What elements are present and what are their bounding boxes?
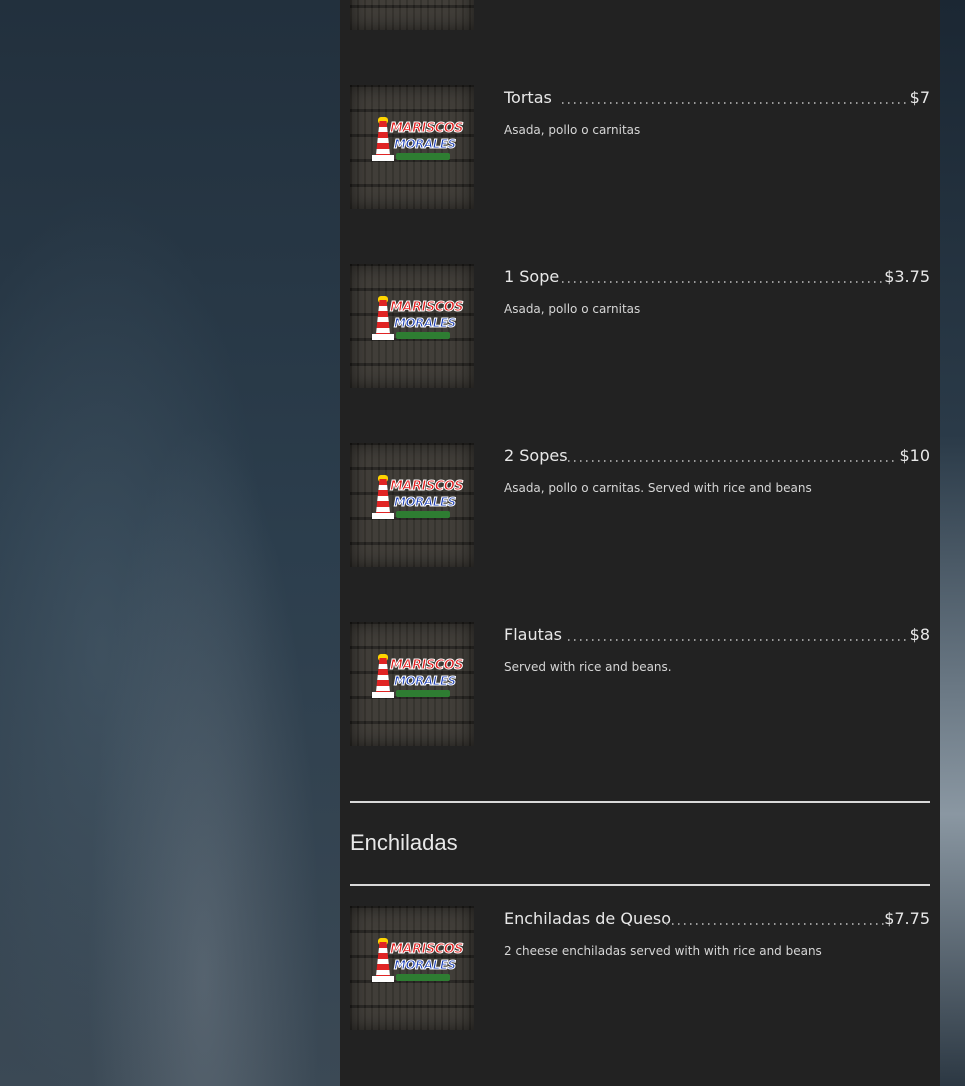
item-image (350, 0, 474, 30)
lighthouse-icon (376, 121, 390, 155)
logo-tagline-banner (396, 690, 450, 697)
item-image: MARISCOS MORALES (350, 622, 474, 746)
item-description: Asada, pollo o carnitas. Served with ric… (504, 481, 812, 495)
item-description: Asada, pollo o carnitas (504, 302, 641, 316)
lighthouse-base (372, 976, 394, 982)
logo-text-line2: MORALES (394, 316, 457, 331)
item-image: MARISCOS MORALES (350, 906, 474, 1030)
lighthouse-icon (376, 942, 390, 976)
logo-text-line1: MARISCOS (389, 121, 464, 137)
restaurant-logo: MARISCOS MORALES (372, 654, 464, 714)
item-description: Served with rice and beans. (504, 660, 672, 674)
item-description: Asada, pollo o carnitas (504, 123, 641, 137)
lighthouse-icon (376, 479, 390, 513)
logo-text-line2: MORALES (394, 674, 457, 689)
item-price: $10 (899, 446, 930, 465)
lighthouse-base (372, 513, 394, 519)
item-description: 2 cheese enchiladas served with with ric… (504, 944, 822, 958)
item-price: $7 (909, 88, 930, 107)
menu-panel: MARISCOS MORALES Tortas $7 Asada, pollo … (340, 0, 940, 1086)
item-image: MARISCOS MORALES (350, 85, 474, 209)
logo-text-line1: MARISCOS (389, 658, 464, 674)
restaurant-logo: MARISCOS MORALES (372, 296, 464, 356)
restaurant-logo: MARISCOS MORALES (372, 475, 464, 535)
item-name: Enchiladas de Queso (504, 909, 672, 928)
dot-leader (666, 923, 884, 925)
item-price: $7.75 (884, 909, 930, 928)
item-price: $8 (909, 625, 930, 644)
logo-text-line2: MORALES (394, 495, 457, 510)
item-name: Tortas (504, 88, 552, 107)
item-name: 1 Sope (504, 267, 560, 286)
dot-leader (568, 639, 906, 641)
lighthouse-icon (376, 300, 390, 334)
wood-texture (350, 0, 474, 30)
dot-leader (568, 460, 898, 462)
section-title: Enchiladas (350, 830, 458, 855)
logo-text-line1: MARISCOS (389, 300, 464, 316)
logo-tagline-banner (396, 511, 450, 518)
restaurant-logo: MARISCOS MORALES (372, 117, 464, 177)
logo-text-line1: MARISCOS (389, 479, 464, 495)
background-right (940, 0, 965, 1086)
lighthouse-base (372, 334, 394, 340)
logo-text-line2: MORALES (394, 958, 457, 973)
item-image: MARISCOS MORALES (350, 264, 474, 388)
section-divider (350, 884, 930, 886)
logo-tagline-banner (396, 332, 450, 339)
lighthouse-base (372, 155, 394, 161)
restaurant-logo: MARISCOS MORALES (372, 938, 464, 998)
lighthouse-icon (376, 658, 390, 692)
background-left (0, 0, 340, 1086)
dot-leader (562, 281, 884, 283)
item-image: MARISCOS MORALES (350, 443, 474, 567)
logo-text-line2: MORALES (394, 137, 457, 152)
logo-tagline-banner (396, 974, 450, 981)
logo-text-line1: MARISCOS (389, 942, 464, 958)
logo-tagline-banner (396, 153, 450, 160)
section-divider (350, 801, 930, 803)
lighthouse-base (372, 692, 394, 698)
item-name: 2 Sopes (504, 446, 568, 465)
dot-leader (562, 102, 906, 104)
item-price: $3.75 (884, 267, 930, 286)
item-name: Flautas (504, 625, 563, 644)
